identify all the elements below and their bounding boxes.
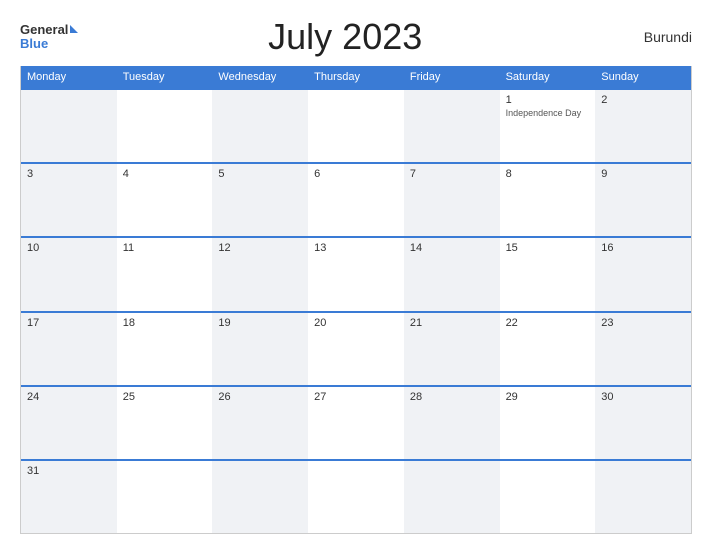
calendar-cell	[404, 461, 500, 533]
calendar-cell: 27	[308, 387, 404, 459]
calendar-header: MondayTuesdayWednesdayThursdayFridaySatu…	[21, 66, 691, 88]
day-number: 14	[410, 242, 494, 254]
logo: General Blue	[20, 23, 78, 52]
logo-triangle-icon	[70, 25, 78, 33]
day-number: 22	[506, 317, 590, 329]
calendar: MondayTuesdayWednesdayThursdayFridaySatu…	[20, 66, 692, 534]
day-number: 8	[506, 168, 590, 180]
calendar-body: 1Independence Day23456789101112131415161…	[21, 88, 691, 533]
day-number: 17	[27, 317, 111, 329]
calendar-cell: 6	[308, 164, 404, 236]
calendar-week: 31	[21, 459, 691, 533]
calendar-cell: 28	[404, 387, 500, 459]
day-number: 29	[506, 391, 590, 403]
calendar-cell: 21	[404, 313, 500, 385]
calendar-cell: 4	[117, 164, 213, 236]
calendar-week: 24 25 26 27 28 29 30	[21, 385, 691, 459]
calendar-cell: 1 Independence Day	[500, 90, 596, 162]
day-number: 31	[27, 465, 111, 477]
day-number: 10	[27, 242, 111, 254]
calendar-cell: 5	[212, 164, 308, 236]
day-number: 5	[218, 168, 302, 180]
calendar-cell: 12	[212, 238, 308, 310]
weekday-header: Saturday	[500, 66, 596, 88]
calendar-cell: 2	[595, 90, 691, 162]
calendar-week: 10 11 12 13 14 15 16	[21, 236, 691, 310]
calendar-cell: 7	[404, 164, 500, 236]
calendar-cell: 23	[595, 313, 691, 385]
calendar-cell: 13	[308, 238, 404, 310]
day-number: 12	[218, 242, 302, 254]
calendar-cell	[500, 461, 596, 533]
day-number: 25	[123, 391, 207, 403]
calendar-cell	[404, 90, 500, 162]
weekday-header: Monday	[21, 66, 117, 88]
weekday-header: Sunday	[595, 66, 691, 88]
calendar-cell	[595, 461, 691, 533]
calendar-cell	[212, 90, 308, 162]
day-number: 24	[27, 391, 111, 403]
calendar-cell: 14	[404, 238, 500, 310]
day-number: 19	[218, 317, 302, 329]
calendar-cell	[117, 461, 213, 533]
calendar-cell: 25	[117, 387, 213, 459]
calendar-cell	[308, 461, 404, 533]
day-number: 1	[506, 94, 590, 106]
day-number: 3	[27, 168, 111, 180]
calendar-cell: 10	[21, 238, 117, 310]
day-number: 13	[314, 242, 398, 254]
country-label: Burundi	[612, 29, 692, 45]
calendar-cell: 16	[595, 238, 691, 310]
calendar-week: 17 18 19 20 21 22 23	[21, 311, 691, 385]
day-number: 20	[314, 317, 398, 329]
calendar-cell: 17	[21, 313, 117, 385]
day-number: 16	[601, 242, 685, 254]
header: General Blue July 2023 Burundi	[20, 16, 692, 58]
calendar-cell: 31	[21, 461, 117, 533]
day-number: 23	[601, 317, 685, 329]
calendar-cell: 29	[500, 387, 596, 459]
calendar-cell: 3	[21, 164, 117, 236]
calendar-cell: 30	[595, 387, 691, 459]
day-event: Independence Day	[506, 108, 590, 118]
day-number: 15	[506, 242, 590, 254]
page: General Blue July 2023 Burundi MondayTue…	[0, 0, 712, 550]
day-number: 4	[123, 168, 207, 180]
calendar-cell: 11	[117, 238, 213, 310]
month-title: July 2023	[78, 16, 612, 58]
calendar-cell	[308, 90, 404, 162]
day-number: 18	[123, 317, 207, 329]
calendar-cell	[212, 461, 308, 533]
calendar-cell: 8	[500, 164, 596, 236]
calendar-cell: 22	[500, 313, 596, 385]
calendar-cell: 19	[212, 313, 308, 385]
day-number: 6	[314, 168, 398, 180]
calendar-cell: 9	[595, 164, 691, 236]
calendar-cell: 26	[212, 387, 308, 459]
calendar-cell	[117, 90, 213, 162]
logo-general-text: General	[20, 23, 68, 37]
day-number: 11	[123, 242, 207, 254]
logo-text: General Blue	[20, 23, 78, 52]
calendar-cell	[21, 90, 117, 162]
day-number: 9	[601, 168, 685, 180]
calendar-week: 3456789	[21, 162, 691, 236]
calendar-cell: 15	[500, 238, 596, 310]
day-number: 30	[601, 391, 685, 403]
weekday-header: Thursday	[308, 66, 404, 88]
calendar-week: 1 Independence Day 2	[21, 88, 691, 162]
calendar-cell: 18	[117, 313, 213, 385]
day-number: 2	[601, 94, 685, 106]
day-number: 7	[410, 168, 494, 180]
weekday-header: Wednesday	[212, 66, 308, 88]
calendar-cell: 20	[308, 313, 404, 385]
weekday-header: Friday	[404, 66, 500, 88]
day-number: 27	[314, 391, 398, 403]
calendar-cell: 24	[21, 387, 117, 459]
weekday-header: Tuesday	[117, 66, 213, 88]
day-number: 21	[410, 317, 494, 329]
logo-blue-text: Blue	[20, 37, 78, 51]
day-number: 28	[410, 391, 494, 403]
day-number: 26	[218, 391, 302, 403]
